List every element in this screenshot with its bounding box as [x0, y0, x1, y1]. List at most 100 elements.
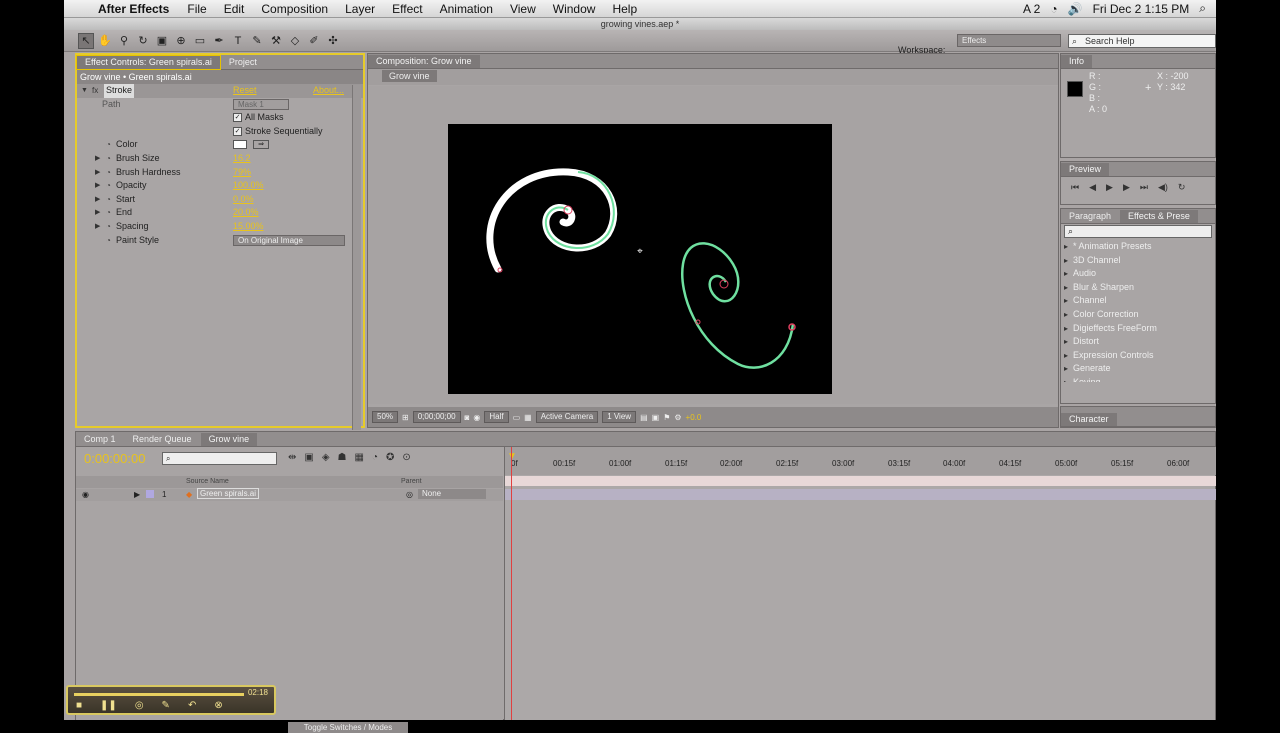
- tab-grow-vine[interactable]: Grow vine: [200, 433, 258, 446]
- brush-tool-icon[interactable]: ✎: [249, 33, 265, 49]
- view-layout-dropdown[interactable]: 1 View: [602, 411, 637, 423]
- flowchart-icon[interactable]: ⚙: [674, 413, 681, 422]
- stroke-sequentially-checkbox[interactable]: ✓: [233, 126, 242, 136]
- status-text[interactable]: A 2: [1023, 2, 1040, 16]
- layer-row[interactable]: ◉ ▶ 1 ◆ Green spirals.ai ◎ None: [76, 488, 503, 501]
- menu-window[interactable]: Window: [553, 2, 596, 16]
- path-dropdown[interactable]: Mask 1: [233, 98, 289, 110]
- param-value[interactable]: 0.0%: [233, 193, 254, 207]
- param-value[interactable]: 100.0%: [233, 179, 264, 193]
- tab-preview[interactable]: Preview: [1061, 163, 1110, 176]
- snapshot-icon[interactable]: ◙: [465, 413, 470, 422]
- stopwatch-icon[interactable]: ◔: [106, 234, 111, 248]
- reset-link[interactable]: Reset: [233, 84, 257, 98]
- audio-icon[interactable]: ◀): [1158, 182, 1168, 193]
- recorder-draw-icon[interactable]: ✎: [162, 700, 170, 711]
- puppet-tool-icon[interactable]: ✣: [325, 33, 341, 49]
- region-of-interest-icon[interactable]: ▭: [513, 413, 521, 422]
- recorder-stop-icon[interactable]: ■: [76, 700, 82, 711]
- tab-project[interactable]: Project: [221, 56, 265, 69]
- expand-icon[interactable]: ▶: [95, 220, 100, 234]
- effect-category[interactable]: Generate: [1061, 362, 1215, 376]
- camera-tool-icon[interactable]: ▣: [154, 33, 170, 49]
- safe-zones-icon[interactable]: ⊞: [402, 413, 409, 422]
- resolution-dropdown[interactable]: Half: [484, 411, 509, 423]
- workspace-dropdown[interactable]: Effects: [957, 34, 1061, 47]
- pickwhip-icon[interactable]: ◎: [406, 490, 413, 499]
- effect-category[interactable]: Blur & Sharpen: [1061, 281, 1215, 295]
- effect-category[interactable]: 3D Channel: [1061, 254, 1215, 268]
- effect-category[interactable]: * Animation Presets: [1061, 240, 1215, 254]
- expand-icon[interactable]: ▶: [95, 193, 100, 207]
- stopwatch-icon[interactable]: ◔: [106, 166, 111, 180]
- effect-category[interactable]: Keying: [1061, 376, 1215, 382]
- label-color-icon[interactable]: [146, 490, 154, 498]
- menu-file[interactable]: File: [187, 2, 206, 16]
- work-area-bar[interactable]: [505, 476, 1216, 486]
- zoom-tool-icon[interactable]: ⚲: [116, 33, 132, 49]
- fx-icon[interactable]: fx: [92, 84, 98, 98]
- parent-dropdown[interactable]: None: [418, 489, 486, 499]
- toggle-switches-modes-button[interactable]: Toggle Switches / Modes: [288, 722, 408, 733]
- next-frame-icon[interactable]: ▶: [1123, 182, 1130, 193]
- composition-canvas[interactable]: ⌖: [448, 124, 832, 394]
- menu-layer[interactable]: Layer: [345, 2, 375, 16]
- effects-search-input[interactable]: ⌕: [1064, 225, 1212, 238]
- expand-icon[interactable]: ▶: [95, 152, 100, 166]
- menu-view[interactable]: View: [510, 2, 536, 16]
- expand-icon[interactable]: ▶: [95, 166, 100, 180]
- color-channel-icon[interactable]: ◉: [473, 413, 480, 422]
- type-tool-icon[interactable]: T: [230, 33, 246, 49]
- exposure-value[interactable]: +0.0: [686, 413, 702, 422]
- transparency-grid-icon[interactable]: ▦: [524, 413, 532, 422]
- clone-stamp-tool-icon[interactable]: ⚒: [268, 33, 284, 49]
- stopwatch-icon[interactable]: ◔: [106, 179, 111, 193]
- tab-paragraph[interactable]: Paragraph: [1061, 210, 1119, 223]
- effect-expand-icon[interactable]: ▼: [81, 84, 88, 98]
- effect-category[interactable]: Expression Controls: [1061, 349, 1215, 363]
- menu-help[interactable]: Help: [612, 2, 637, 16]
- menu-animation[interactable]: Animation: [440, 2, 493, 16]
- param-value[interactable]: 16.2: [233, 152, 251, 166]
- expand-icon[interactable]: ▶: [95, 206, 100, 220]
- param-value[interactable]: 79%: [233, 166, 251, 180]
- last-frame-icon[interactable]: ⏭: [1140, 182, 1148, 193]
- tab-render-queue[interactable]: Render Queue: [125, 433, 200, 446]
- layer-duration-bar[interactable]: [505, 489, 1216, 500]
- app-menu[interactable]: After Effects: [98, 2, 169, 16]
- motion-blur-icon[interactable]: ◔: [372, 452, 378, 463]
- composition-viewer[interactable]: ⌖: [368, 86, 1058, 404]
- play-icon[interactable]: ▶: [1106, 182, 1113, 193]
- param-value[interactable]: 20.0%: [233, 206, 259, 220]
- pen-tool-icon[interactable]: ✒: [211, 33, 227, 49]
- comp-subtab[interactable]: Grow vine: [382, 70, 437, 82]
- tab-composition[interactable]: Composition: Grow vine: [368, 55, 480, 68]
- color-swatch[interactable]: [233, 140, 247, 150]
- shy-layers-icon[interactable]: ☗: [338, 452, 347, 463]
- menu-composition[interactable]: Composition: [261, 2, 328, 16]
- recorder-webcam-icon[interactable]: ◎: [135, 700, 144, 711]
- timeline-icon[interactable]: ⚑: [663, 413, 670, 422]
- tab-effects-presets[interactable]: Effects & Prese: [1120, 210, 1198, 223]
- layer-name[interactable]: Green spirals.ai: [196, 488, 260, 499]
- anchor-point-icon[interactable]: ⌖: [637, 246, 643, 257]
- source-name-header[interactable]: Source Name: [186, 478, 229, 485]
- expand-icon[interactable]: ▶: [95, 179, 100, 193]
- tab-info[interactable]: Info: [1061, 55, 1093, 68]
- effect-name[interactable]: Stroke: [104, 84, 135, 98]
- clock[interactable]: Fri Dec 2 1:15 PM: [1093, 2, 1190, 16]
- volume-icon[interactable]: 🔊: [1068, 2, 1083, 16]
- recorder-pause-icon[interactable]: ❚❚: [100, 700, 117, 711]
- pixel-aspect-icon[interactable]: ▤: [640, 413, 648, 422]
- time-graph[interactable]: 0f 00:15f 01:00f 01:15f 02:00f 02:15f 03…: [504, 447, 1216, 720]
- time-ruler[interactable]: 0f 00:15f 01:00f 01:15f 02:00f 02:15f 03…: [505, 447, 1216, 475]
- stopwatch-icon[interactable]: ◔: [106, 138, 111, 152]
- eraser-tool-icon[interactable]: ◇: [287, 33, 303, 49]
- stopwatch-icon[interactable]: ◔: [106, 220, 111, 234]
- first-frame-icon[interactable]: ⏮: [1071, 182, 1079, 193]
- frame-blending-icon[interactable]: ▦: [355, 452, 364, 463]
- parent-header[interactable]: Parent: [401, 478, 422, 485]
- timeline-current-time[interactable]: 0:00:00:00: [84, 451, 145, 466]
- param-value[interactable]: 15.00%: [233, 220, 264, 234]
- all-masks-checkbox[interactable]: ✓: [233, 113, 242, 123]
